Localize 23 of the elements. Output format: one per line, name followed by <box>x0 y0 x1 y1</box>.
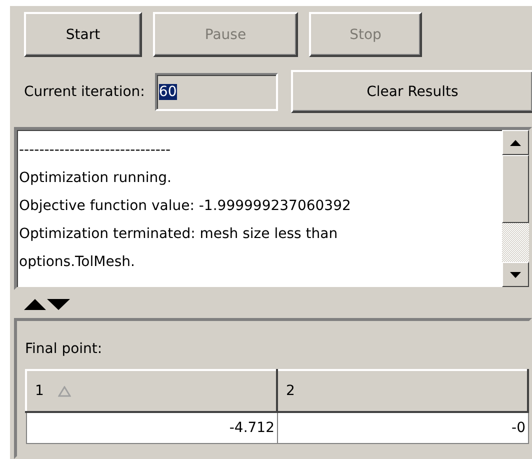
scroll-up-button[interactable] <box>502 130 529 155</box>
iteration-field[interactable]: 60 <box>154 72 278 110</box>
iteration-label: Current iteration: <box>24 84 145 100</box>
scroll-down-button[interactable] <box>502 262 529 287</box>
toolbar-button[interactable]: Start <box>24 12 142 57</box>
column-label: 2 <box>286 383 295 399</box>
log-line: ------------------------------ <box>19 141 172 160</box>
column-header[interactable]: 2 <box>277 370 528 412</box>
iteration-value: 60 <box>158 84 177 100</box>
table-cell: -4.712 <box>26 412 277 444</box>
log-line: options.TolMesh. <box>19 253 136 272</box>
column-label: 1 <box>35 383 44 399</box>
log-line: Optimization terminated: mesh size less than <box>19 225 339 244</box>
splitter-arrows-icon[interactable] <box>24 298 70 310</box>
clear-results-button[interactable]: Clear Results <box>290 70 532 113</box>
up-arrow-icon <box>510 140 521 146</box>
scroll-thumb[interactable] <box>502 155 529 223</box>
log-line: Objective function value: -1.999999237060392 <box>19 197 352 216</box>
final-point-label: Final point: <box>25 341 102 357</box>
table-cell: -0 <box>277 412 528 444</box>
column-header[interactable]: 1 <box>26 370 277 412</box>
down-arrow-icon <box>510 272 521 278</box>
log-line: Optimization running. <box>19 169 172 188</box>
